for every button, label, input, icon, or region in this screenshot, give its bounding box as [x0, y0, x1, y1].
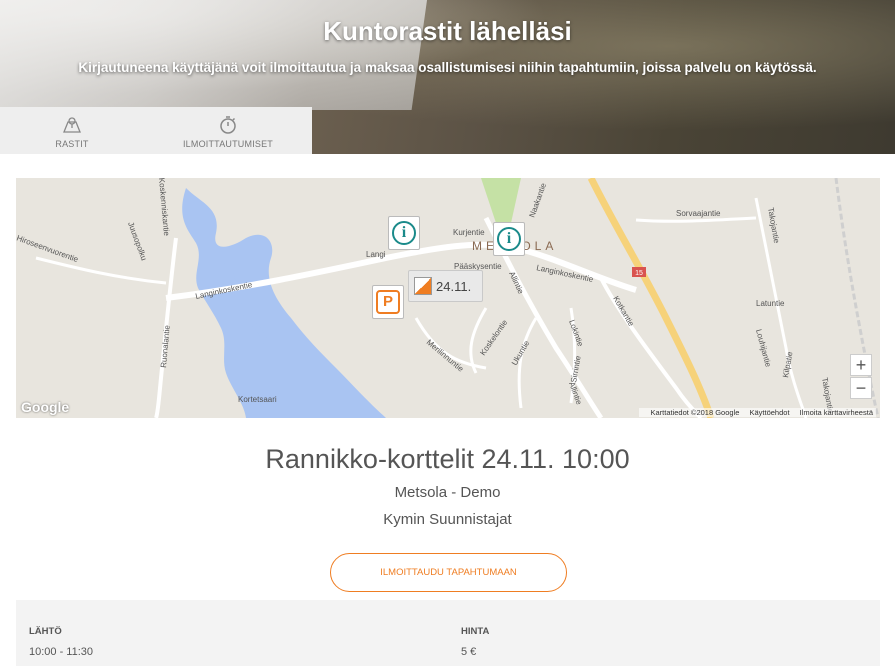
road-label: Sirrintie: [569, 355, 583, 384]
road-label: Merilinnuntie: [425, 338, 466, 374]
stopwatch-icon: [144, 115, 312, 135]
road-label: Kotkantie: [611, 295, 636, 329]
road-label: Allintie: [507, 270, 525, 296]
event-organizer: Kymin Suunnistajat: [383, 511, 512, 528]
price-value: 5 €: [461, 646, 477, 658]
tab-ilmoittautumiset[interactable]: ILMOITTAUTUMISET: [144, 107, 312, 154]
park-area: [481, 178, 521, 223]
event-details-panel: LÄHTÖ 10:00 - 11:30 HINTA 5 €: [16, 600, 880, 666]
road-takojantie: [754, 197, 808, 418]
map-data-credit: Karttatiedot ©2018 Google: [650, 408, 740, 417]
map-icon: [0, 115, 144, 135]
info-icon: i: [392, 221, 416, 245]
hero-banner: Kuntorastit lähelläsi Kirjautuneena käyt…: [0, 0, 895, 154]
price-label: HINTA: [461, 626, 490, 637]
terms-link[interactable]: Käyttöehdot: [750, 408, 790, 417]
parking-icon: P: [376, 290, 400, 314]
price-column: HINTA 5 €: [461, 626, 489, 658]
road-label: Langi: [366, 250, 386, 259]
road-local: [517, 317, 538, 409]
road-label: Naakantie: [527, 181, 548, 218]
page-title: Kuntorastit lähelläsi: [323, 16, 572, 46]
road-label: Lokintie: [567, 319, 585, 349]
road-label: Louhijantie: [754, 328, 773, 368]
event-venue: Metsola - Demo: [394, 484, 501, 501]
road-label: Takojantie: [766, 207, 781, 245]
map-attribution: Karttatiedot ©2018 Google Käyttöehdot Il…: [639, 408, 876, 417]
start-time-value: 10:00 - 11:30: [29, 646, 94, 658]
register-button[interactable]: ILMOITTAUDU TAPAHTUMAAN: [330, 553, 567, 592]
tab-rastit-label: RASTIT: [55, 139, 89, 149]
google-logo: Google: [21, 399, 70, 415]
route-number: 15: [635, 270, 643, 277]
tab-bar: RASTIT ILMOITTAUTUMISET: [0, 107, 312, 154]
road-sorvaajantie: [635, 216, 757, 223]
road-label: Koskenniskantie: [157, 178, 171, 237]
road-label: Koskelontie: [478, 318, 509, 357]
zoom-out-button[interactable]: −: [850, 377, 872, 399]
start-time-column: LÄHTÖ 10:00 - 11:30: [29, 626, 93, 658]
page-subtitle: Kirjautuneena käyttäjänä voit ilmoittaut…: [78, 60, 817, 75]
orienteering-flag-icon: [414, 277, 432, 295]
event-title: Rannikko-korttelit 24.11. 10:00: [265, 444, 630, 474]
island-label: Kortetsaari: [238, 395, 277, 404]
road-label: Sorvaajantie: [676, 209, 721, 218]
road-label: Ruonalantie: [159, 324, 172, 368]
start-time-label: LÄHTÖ: [29, 626, 62, 637]
event-marker[interactable]: 24.11.: [408, 270, 483, 302]
road-label: Kurjentie: [453, 228, 485, 237]
road-local: [469, 307, 488, 374]
zoom-in-button[interactable]: +: [850, 354, 872, 376]
lake-water: [182, 188, 386, 418]
info-icon: i: [497, 227, 521, 251]
road-label: Latuntie: [756, 299, 785, 308]
tab-ilmoittautumiset-label: ILMOITTAUTUMISET: [182, 139, 274, 149]
event-marker-date: 24.11.: [436, 279, 472, 294]
road-local: [35, 256, 167, 285]
info-marker[interactable]: i: [493, 222, 525, 256]
event-map[interactable]: 15 Langinkoskentie Langinkoskentie Langi…: [16, 178, 880, 418]
tab-rastit[interactable]: RASTIT: [0, 107, 144, 154]
info-marker[interactable]: i: [388, 216, 420, 250]
report-error-link[interactable]: Ilmoita karttavirheestä: [800, 408, 873, 417]
parking-marker[interactable]: P: [372, 285, 404, 319]
road-label: Juusopolku: [126, 221, 148, 262]
